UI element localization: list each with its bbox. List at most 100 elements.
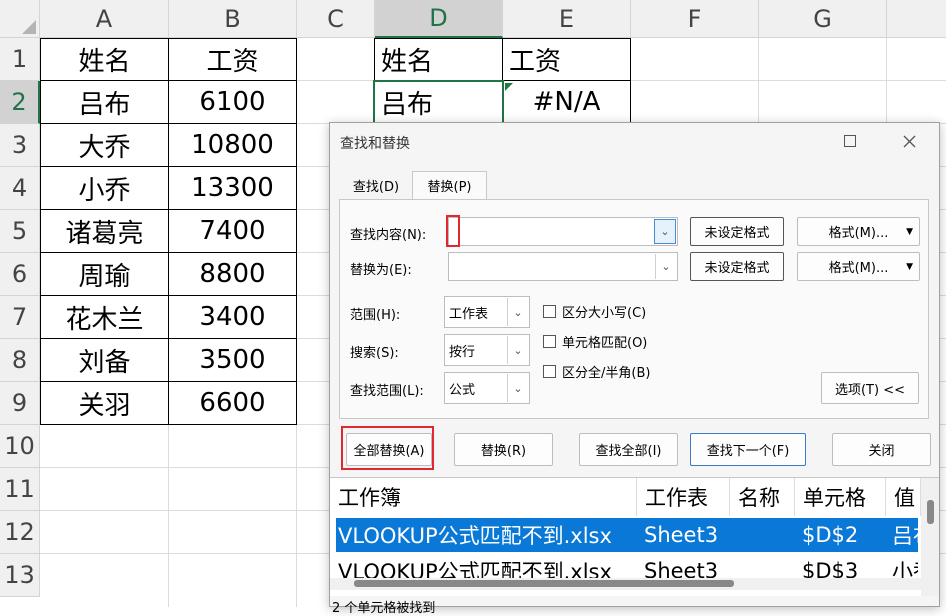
row-header-2[interactable]: 2 xyxy=(0,81,40,124)
cell-a3[interactable]: 大乔 xyxy=(41,124,169,167)
tab-find[interactable]: 查找(D) xyxy=(342,171,410,199)
active-cell-cursor xyxy=(373,80,504,125)
row-header-10[interactable]: 10 xyxy=(0,425,40,468)
find-format-status: 未设定格式 xyxy=(690,217,784,246)
match-case-checkbox[interactable]: 区分大小写(C) xyxy=(543,302,646,321)
column-header-g[interactable]: G xyxy=(759,0,887,38)
cell-b9[interactable]: 6600 xyxy=(169,382,297,425)
row-header-4[interactable]: 4 xyxy=(0,167,40,210)
cell-a6[interactable]: 周瑜 xyxy=(41,253,169,296)
replace-format-button[interactable]: 格式(M)... ▼ xyxy=(797,252,920,281)
match-byte-checkbox[interactable]: 区分全/半角(B) xyxy=(543,362,650,381)
row-header-13[interactable]: 13 xyxy=(0,554,40,597)
column-header-e[interactable]: E xyxy=(503,0,631,38)
cell-b5[interactable]: 7400 xyxy=(169,210,297,253)
cell-a5[interactable]: 诸葛亮 xyxy=(41,210,169,253)
close-icon xyxy=(903,135,915,147)
cell-a4[interactable]: 小乔 xyxy=(41,167,169,210)
find-all-button[interactable]: 查找全部(I) xyxy=(579,433,678,466)
find-next-button[interactable]: 查找下一个(F) xyxy=(690,433,806,466)
replace-with-combobox[interactable]: ⌄ xyxy=(448,252,678,281)
match-entire-cell-checkbox[interactable]: 单元格匹配(O) xyxy=(543,332,647,351)
results-header-sheet[interactable]: 工作表 xyxy=(637,478,730,516)
cell-b3[interactable]: 10800 xyxy=(169,124,297,167)
column-header-b[interactable]: B xyxy=(169,0,297,38)
column-header-d[interactable]: D xyxy=(375,0,503,38)
dropdown-arrow-icon: ▼ xyxy=(906,226,913,237)
scope-label: 范围(H): xyxy=(350,308,401,323)
cell-a8[interactable]: 刘备 xyxy=(41,339,169,382)
match-byte-label: 区分全/半角(B) xyxy=(562,366,651,381)
maximize-button[interactable] xyxy=(835,129,865,153)
results-header-name[interactable]: 名称 xyxy=(730,478,795,516)
cell-b6[interactable]: 8800 xyxy=(169,253,297,296)
vertical-scrollbar[interactable] xyxy=(921,478,939,596)
row-header-6[interactable]: 6 xyxy=(0,253,40,296)
result-row[interactable]: VLOOKUP公式匹配不到.xlsx Sheet3 $D$2 吕布 xyxy=(336,518,918,552)
row-header-11[interactable]: 11 xyxy=(0,468,40,511)
results-header-value[interactable]: 值 xyxy=(886,478,921,516)
cell-e2[interactable]: #N/A xyxy=(503,81,631,124)
scrollbar-thumb[interactable] xyxy=(927,500,934,524)
cell-b4[interactable]: 13300 xyxy=(169,167,297,210)
cell-a7[interactable]: 花木兰 xyxy=(41,296,169,339)
search-order-select[interactable]: 按行 ⌄ xyxy=(444,334,530,366)
scrollbar-thumb[interactable] xyxy=(354,580,734,587)
result-name xyxy=(736,518,798,552)
replace-with-label: 替换为(E): xyxy=(350,263,412,278)
cell-a9[interactable]: 关羽 xyxy=(41,382,169,425)
row-header-1[interactable]: 1 xyxy=(0,38,40,81)
scope-select[interactable]: 工作表 ⌄ xyxy=(444,296,530,328)
results-header-cell[interactable]: 单元格 xyxy=(795,478,886,516)
look-in-value: 公式 xyxy=(449,382,476,398)
find-what-combobox[interactable]: ⌄ xyxy=(448,217,678,246)
replace-button[interactable]: 替换(R) xyxy=(454,433,553,466)
column-header-f[interactable]: F xyxy=(631,0,759,38)
cell-b2[interactable]: 6100 xyxy=(169,81,297,124)
match-entire-cell-label: 单元格匹配(O) xyxy=(562,336,648,351)
highlight-box xyxy=(446,215,460,247)
close-window-button[interactable] xyxy=(894,129,924,153)
results-list[interactable]: 工作簿 工作表 名称 单元格 值 VLOOKUP公式匹配不到.xlsx Shee… xyxy=(330,477,939,596)
cell-d1[interactable]: 姓名 xyxy=(375,38,503,81)
horizontal-scrollbar[interactable] xyxy=(330,578,921,590)
replace-format-button-label: 格式(M)... xyxy=(828,261,889,276)
cell-a2[interactable]: 吕布 xyxy=(41,81,169,124)
result-value: 吕布 xyxy=(892,524,918,548)
tab-replace[interactable]: 替换(P) xyxy=(412,171,487,199)
checkbox-icon[interactable] xyxy=(543,365,556,378)
row-header-7[interactable]: 7 xyxy=(0,296,40,339)
column-header-c[interactable]: C xyxy=(297,0,375,38)
column-header-a[interactable]: A xyxy=(40,0,169,38)
cell-a1[interactable]: 姓名 xyxy=(41,38,169,81)
chevron-down-icon[interactable]: ⌄ xyxy=(507,374,528,402)
chevron-down-icon[interactable]: ⌄ xyxy=(654,219,676,244)
chevron-down-icon[interactable]: ⌄ xyxy=(507,298,528,326)
look-in-select[interactable]: 公式 ⌄ xyxy=(444,372,530,404)
find-replace-dialog[interactable]: 查找和替换 查找(D) 替换(P) 查找内容(N): ⌄ 未设定格式 格式(M)… xyxy=(329,122,940,616)
search-label: 搜索(S): xyxy=(350,346,399,361)
result-workbook: VLOOKUP公式匹配不到.xlsx xyxy=(338,524,612,548)
cell-b1[interactable]: 工资 xyxy=(169,38,297,81)
chevron-down-icon[interactable]: ⌄ xyxy=(507,336,528,364)
row-header-9[interactable]: 9 xyxy=(0,382,40,425)
cell-e1[interactable]: 工资 xyxy=(503,38,631,81)
close-button[interactable]: 关闭 xyxy=(832,433,931,466)
options-button[interactable]: 选项(T) << xyxy=(821,372,919,404)
results-header-workbook[interactable]: 工作簿 xyxy=(330,478,637,516)
column-header-h[interactable] xyxy=(887,0,946,38)
dialog-title: 查找和替换 xyxy=(340,136,410,152)
row-header-5[interactable]: 5 xyxy=(0,210,40,253)
maximize-icon xyxy=(844,135,856,147)
cell-b7[interactable]: 3400 xyxy=(169,296,297,339)
find-what-label: 查找内容(N): xyxy=(350,228,427,243)
row-header-8[interactable]: 8 xyxy=(0,339,40,382)
select-all-corner[interactable] xyxy=(0,0,40,38)
row-header-3[interactable]: 3 xyxy=(0,124,40,167)
find-format-button[interactable]: 格式(M)... ▼ xyxy=(797,217,920,246)
chevron-down-icon[interactable]: ⌄ xyxy=(655,254,676,279)
checkbox-icon[interactable] xyxy=(543,335,556,348)
checkbox-icon[interactable] xyxy=(543,305,556,318)
row-header-12[interactable]: 12 xyxy=(0,511,40,554)
cell-b8[interactable]: 3500 xyxy=(169,339,297,382)
